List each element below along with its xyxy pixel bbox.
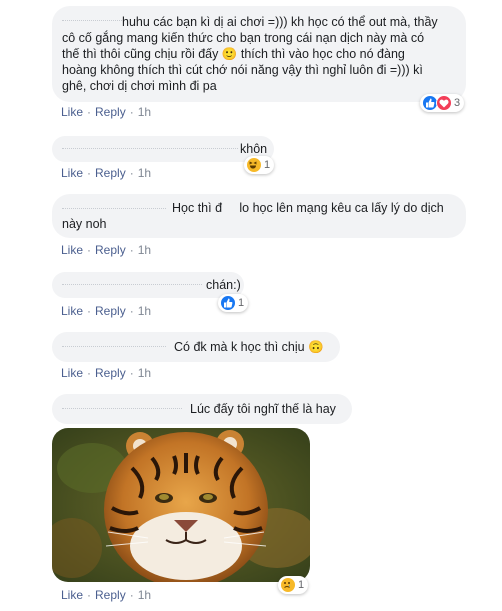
comment-bubble: huhu các bạn kì dị ai chơi =))) kh học c… — [52, 6, 466, 102]
comment-actions: Like · Reply · 1h — [61, 105, 152, 119]
reply-button[interactable]: Reply — [95, 166, 126, 180]
comment-actions: Like · Reply · 1h — [61, 243, 152, 257]
comment-bubble: chán:) — [52, 272, 244, 298]
comment-actions: Like · Reply · 1h — [61, 588, 152, 602]
reply-button[interactable]: Reply — [95, 588, 126, 602]
love-icon — [436, 95, 452, 111]
reaction-summary[interactable]: 1 — [244, 156, 275, 174]
comment-actions: Like · Reply · 1h — [61, 166, 152, 180]
comment-bubble: Có đk mà k học thì chịu 🙃 — [52, 332, 340, 362]
tiger-photo — [52, 428, 310, 582]
comment-text-line: huhu các bạn kì dị ai chơi =))) kh học c… — [122, 15, 438, 29]
reply-button[interactable]: Reply — [95, 243, 126, 257]
redacted-name — [62, 208, 166, 211]
reply-button[interactable]: Reply — [95, 366, 126, 380]
comment-text-line: Lúc đấy tôi nghĩ thế là hay — [190, 402, 336, 416]
comment-text-line: cô cố gắng mang kiến thức cho bạn trong … — [62, 31, 425, 45]
reaction-count: 1 — [264, 159, 271, 171]
reply-button[interactable]: Reply — [95, 105, 126, 119]
like-button[interactable]: Like — [61, 588, 83, 602]
comment-text-line: ghê, chơi dị chơi mình đi pa — [62, 79, 217, 93]
comment-text-line: khôn — [240, 142, 268, 156]
like-button[interactable]: Like — [61, 243, 83, 257]
redacted-name — [62, 148, 238, 151]
comment-text-line: Có đk mà k học thì chịu 🙃 — [174, 340, 324, 354]
attached-photo[interactable] — [52, 428, 310, 582]
redacted-name — [62, 408, 182, 411]
reaction-summary[interactable]: 1 — [218, 294, 249, 312]
comment-text-line: Học thì đ lo học lên mạng kêu ca lấy lý … — [172, 201, 444, 215]
like-icon — [220, 295, 236, 311]
timestamp[interactable]: 1h — [138, 166, 151, 180]
reaction-count: 1 — [238, 297, 245, 309]
redacted-name — [62, 20, 122, 23]
reaction-count: 1 — [298, 579, 305, 591]
redacted-name — [62, 284, 202, 287]
reaction-summary[interactable]: 1 — [278, 576, 309, 594]
like-button[interactable]: Like — [61, 166, 83, 180]
comment-text-line: chán:) — [206, 278, 241, 292]
reaction-count: 3 — [454, 97, 461, 109]
comment-bubble: khôn — [52, 136, 274, 162]
like-button[interactable]: Like — [61, 105, 83, 119]
comment-actions: Like · Reply · 1h — [61, 366, 152, 380]
timestamp[interactable]: 1h — [138, 588, 151, 602]
like-button[interactable]: Like — [61, 366, 83, 380]
redacted-name — [62, 346, 166, 349]
comment-text-line: hoàng không thích thì cút chớ nói năng v… — [62, 63, 423, 77]
like-button[interactable]: Like — [61, 304, 83, 318]
comment-bubble: Lúc đấy tôi nghĩ thế là hay — [52, 394, 352, 424]
haha-icon — [246, 157, 262, 173]
comment-actions: Like · Reply · 1h — [61, 304, 152, 318]
reply-button[interactable]: Reply — [95, 304, 126, 318]
comment-text-line: thế thì thôi cũng chịu rồi đấy 🙂 thích t… — [62, 47, 405, 61]
comment-text-line: này noh — [62, 217, 107, 231]
timestamp[interactable]: 1h — [138, 105, 151, 119]
timestamp[interactable]: 1h — [138, 366, 151, 380]
reaction-summary[interactable]: 3 — [420, 94, 465, 112]
comment-bubble: Học thì đ lo học lên mạng kêu ca lấy lý … — [52, 194, 466, 238]
timestamp[interactable]: 1h — [138, 304, 151, 318]
sad-icon — [280, 577, 296, 593]
timestamp[interactable]: 1h — [138, 243, 151, 257]
